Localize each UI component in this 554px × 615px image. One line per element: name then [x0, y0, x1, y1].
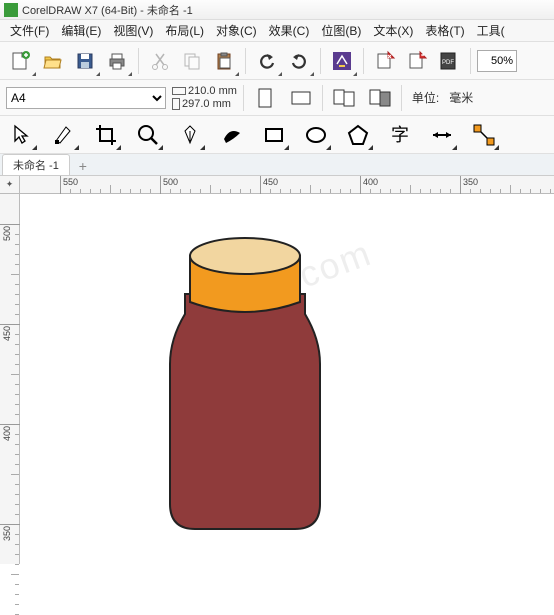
shape-edit-icon [52, 123, 76, 147]
window-title: CorelDRAW X7 (64-Bit) - 未命名 -1 [22, 2, 193, 18]
redo-icon [289, 51, 309, 71]
export-icon [406, 50, 428, 72]
width-icon [172, 87, 186, 95]
new-doc-icon [10, 50, 32, 72]
ruler-origin[interactable]: ✦ [0, 176, 20, 194]
polygon-tool[interactable] [342, 119, 374, 151]
rectangle-icon [262, 123, 286, 147]
portrait-icon [256, 87, 274, 109]
add-tab-button[interactable]: + [74, 157, 92, 175]
save-icon [75, 51, 95, 71]
connector-tool[interactable] [468, 119, 500, 151]
zoom-icon [136, 123, 160, 147]
drawing-bottle[interactable] [20, 194, 554, 564]
orientation-landscape-button[interactable] [286, 84, 316, 112]
open-button[interactable] [38, 46, 68, 76]
title-bar: CorelDRAW X7 (64-Bit) - 未命名 -1 [0, 0, 554, 20]
undo-button[interactable] [252, 46, 282, 76]
app-logo-icon [4, 3, 18, 17]
height-icon [172, 98, 180, 110]
folder-open-icon [43, 51, 63, 71]
menu-table[interactable]: 表格(T) [419, 20, 470, 41]
zoom-level[interactable]: 50% [477, 50, 517, 72]
workspace: ✦ 550500450400350300 500450400350 51zxw.… [0, 176, 554, 564]
all-pages-button[interactable] [329, 84, 359, 112]
page-dimensions: 210.0 mm 297.0 mm [172, 85, 237, 110]
cut-button[interactable] [145, 46, 175, 76]
document-tab-strip: 未命名 -1 + [0, 154, 554, 176]
zoom-tool[interactable] [132, 119, 164, 151]
launch-button[interactable] [327, 46, 357, 76]
paper-size-select[interactable]: A4 [6, 87, 166, 109]
svg-text:PDF: PDF [442, 60, 454, 66]
export-button[interactable] [402, 46, 432, 76]
menu-view[interactable]: 视图(V) [107, 20, 159, 41]
menu-file[interactable]: 文件(F) [4, 20, 55, 41]
save-button[interactable] [70, 46, 100, 76]
orientation-portrait-button[interactable] [250, 84, 280, 112]
cut-icon [150, 51, 170, 71]
doc-tab[interactable]: 未命名 -1 [2, 154, 70, 175]
property-bar: A4 210.0 mm 297.0 mm 单位: 毫米 [0, 80, 554, 116]
import-icon [374, 50, 396, 72]
copy-button[interactable] [177, 46, 207, 76]
ruler-vertical[interactable]: 500450400350 [0, 194, 20, 564]
menu-effects[interactable]: 效果(C) [263, 20, 316, 41]
undo-icon [257, 51, 277, 71]
text-tool[interactable]: 字 [384, 119, 416, 151]
menu-edit[interactable]: 编辑(E) [55, 20, 107, 41]
import-button[interactable] [370, 46, 400, 76]
bottle-cap-top[interactable] [190, 238, 300, 274]
paste-button[interactable] [209, 46, 239, 76]
polygon-icon [346, 123, 370, 147]
print-button[interactable] [102, 46, 132, 76]
pick-tool[interactable] [6, 119, 38, 151]
menu-layout[interactable]: 布局(L) [159, 20, 210, 41]
toolbox: 字 [0, 116, 554, 154]
ellipse-icon [304, 123, 328, 147]
menu-bar: 文件(F) 编辑(E) 视图(V) 布局(L) 对象(C) 效果(C) 位图(B… [0, 20, 554, 42]
menu-object[interactable]: 对象(C) [210, 20, 263, 41]
publish-pdf-button[interactable]: PDF [434, 46, 464, 76]
units-value: 毫米 [449, 89, 473, 106]
dimension-tool[interactable] [426, 119, 458, 151]
new-button[interactable] [6, 46, 36, 76]
freehand-tool[interactable] [174, 119, 206, 151]
menu-tools[interactable]: 工具( [471, 20, 511, 41]
print-icon [107, 51, 127, 71]
page-width-value: 210.0 mm [188, 85, 237, 97]
brush-icon [220, 123, 244, 147]
pdf-icon: PDF [438, 50, 460, 72]
standard-toolbar: PDF 50% [0, 42, 554, 80]
landscape-icon [290, 89, 312, 107]
text-icon: 字 [388, 123, 412, 147]
pages-all-icon [332, 87, 356, 109]
ellipse-tool[interactable] [300, 119, 332, 151]
paste-icon [214, 51, 234, 71]
rectangle-tool[interactable] [258, 119, 290, 151]
redo-button[interactable] [284, 46, 314, 76]
launch-icon [331, 50, 353, 72]
menu-bitmap[interactable]: 位图(B) [315, 20, 367, 41]
arrow-icon [10, 123, 34, 147]
pen-icon [178, 123, 202, 147]
units-label: 单位: [412, 89, 439, 106]
ruler-horizontal[interactable]: 550500450400350300 [20, 176, 554, 194]
menu-text[interactable]: 文本(X) [367, 20, 419, 41]
canvas[interactable]: 51zxw.com [20, 194, 554, 564]
pages-current-icon [368, 87, 392, 109]
artistic-media-tool[interactable] [216, 119, 248, 151]
shape-tool[interactable] [48, 119, 80, 151]
crop-icon [94, 123, 118, 147]
bottle-body[interactable] [170, 294, 320, 529]
connector-icon [472, 123, 496, 147]
copy-icon [182, 51, 202, 71]
current-page-button[interactable] [365, 84, 395, 112]
crop-tool[interactable] [90, 119, 122, 151]
svg-text:字: 字 [391, 125, 409, 145]
dimension-icon [430, 123, 454, 147]
page-height-value: 297.0 mm [182, 98, 231, 110]
